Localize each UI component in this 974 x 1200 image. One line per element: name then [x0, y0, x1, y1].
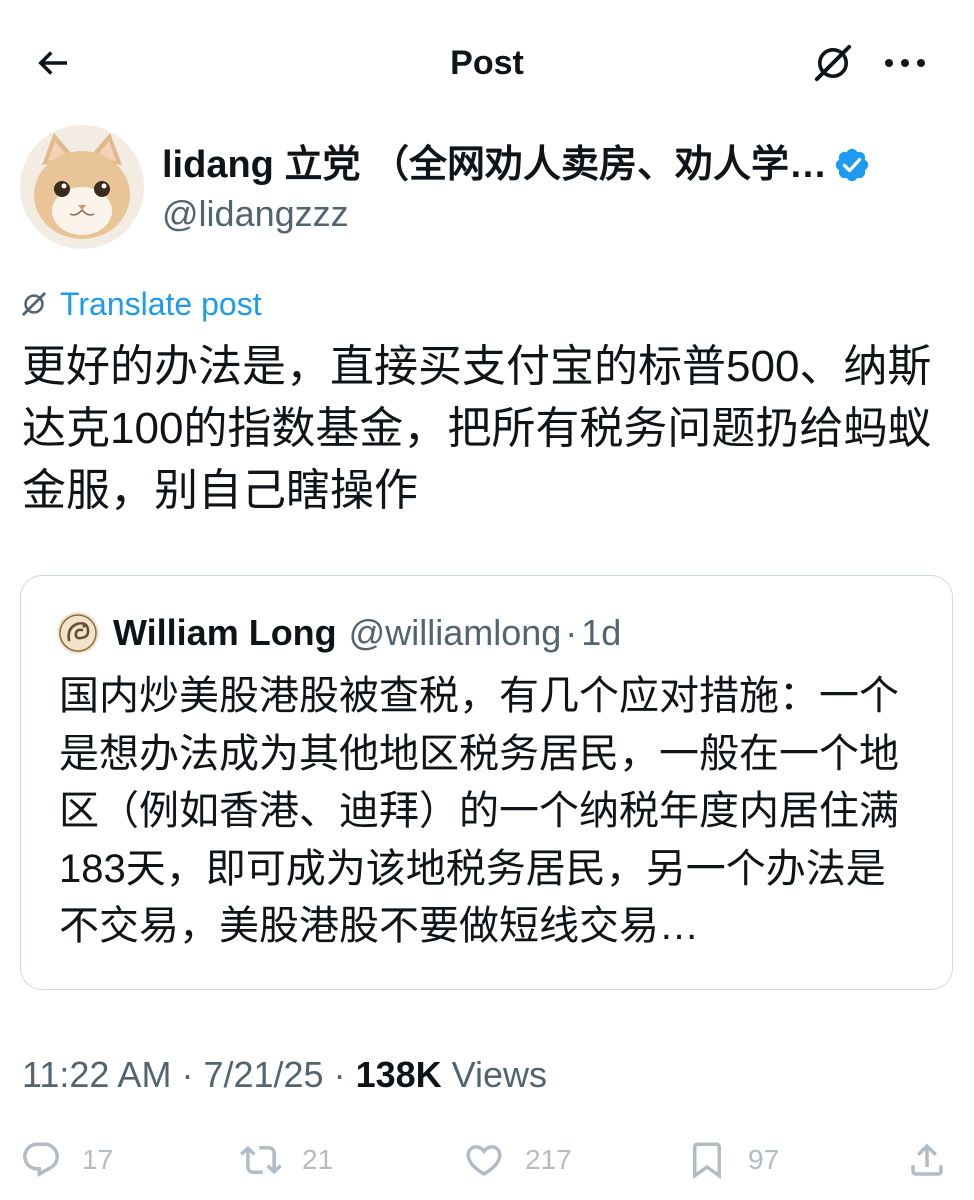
grok-button[interactable] — [808, 40, 858, 86]
author-name-row[interactable]: lidang 立党 （全网劝人卖房、劝人学… — [162, 140, 871, 190]
grok-icon — [814, 44, 852, 82]
like-button[interactable]: 217 — [463, 1135, 572, 1185]
avatar[interactable] — [20, 125, 144, 249]
translate-post-link[interactable]: Translate post — [20, 282, 262, 326]
quoted-author-name: William Long — [113, 612, 337, 653]
post-meta: 11:22 AM · 7/21/25 · 138K Views — [22, 1050, 547, 1100]
verified-badge-icon[interactable] — [833, 146, 871, 184]
quoted-author-handle: @williamlong — [348, 612, 562, 653]
retweet-count: 21 — [302, 1144, 334, 1175]
quoted-post-time: 1d — [581, 612, 622, 653]
views-count: 138K — [355, 1054, 442, 1095]
quoted-post-card[interactable]: William Long @williamlong · 1d 国内炒美股港股被查… — [20, 575, 953, 990]
bookmark-count: 97 — [748, 1144, 780, 1175]
quoted-author-avatar — [57, 612, 99, 654]
more-horizontal-icon — [885, 59, 925, 67]
retweet-icon — [240, 1145, 282, 1175]
author-handle[interactable]: @lidangzzz — [162, 190, 349, 238]
retweet-button[interactable]: 21 — [240, 1135, 333, 1185]
reply-button[interactable]: 17 — [20, 1135, 113, 1185]
bookmark-button[interactable]: 97 — [686, 1135, 779, 1185]
heart-icon — [466, 1145, 502, 1177]
post-time: 11:22 AM — [22, 1054, 172, 1095]
meta-separator: · — [171, 1054, 204, 1095]
quoted-post-text: 国内炒美股港股被查税，有几个应对措施：一个是想办法成为其他地区税务居民，一般在一… — [59, 674, 899, 948]
translate-post-label[interactable]: Translate post — [60, 286, 262, 323]
reply-count: 17 — [82, 1144, 114, 1175]
grok-translate-icon — [22, 292, 46, 316]
views-label: Views — [441, 1054, 548, 1095]
like-count: 217 — [525, 1144, 572, 1175]
post-date: 7/21/25 — [203, 1054, 324, 1095]
dragon-logo-icon — [57, 612, 99, 654]
reply-icon — [23, 1142, 59, 1177]
share-button[interactable] — [906, 1135, 948, 1185]
author-display-name[interactable]: lidang 立党 （全网劝人卖房、劝人学… — [162, 140, 827, 190]
meta-separator: · — [323, 1054, 356, 1095]
more-button[interactable] — [880, 40, 930, 86]
quoted-post-header: William Long @williamlong · 1d — [57, 608, 621, 658]
post-text: 更好的办法是，直接买支付宝的标普500、纳斯达克100的指数基金，把所有税务问题… — [22, 342, 932, 515]
quoted-separator: · — [565, 612, 578, 653]
bookmark-icon — [693, 1142, 721, 1180]
cat-avatar-icon — [20, 125, 144, 249]
share-icon — [911, 1143, 943, 1176]
